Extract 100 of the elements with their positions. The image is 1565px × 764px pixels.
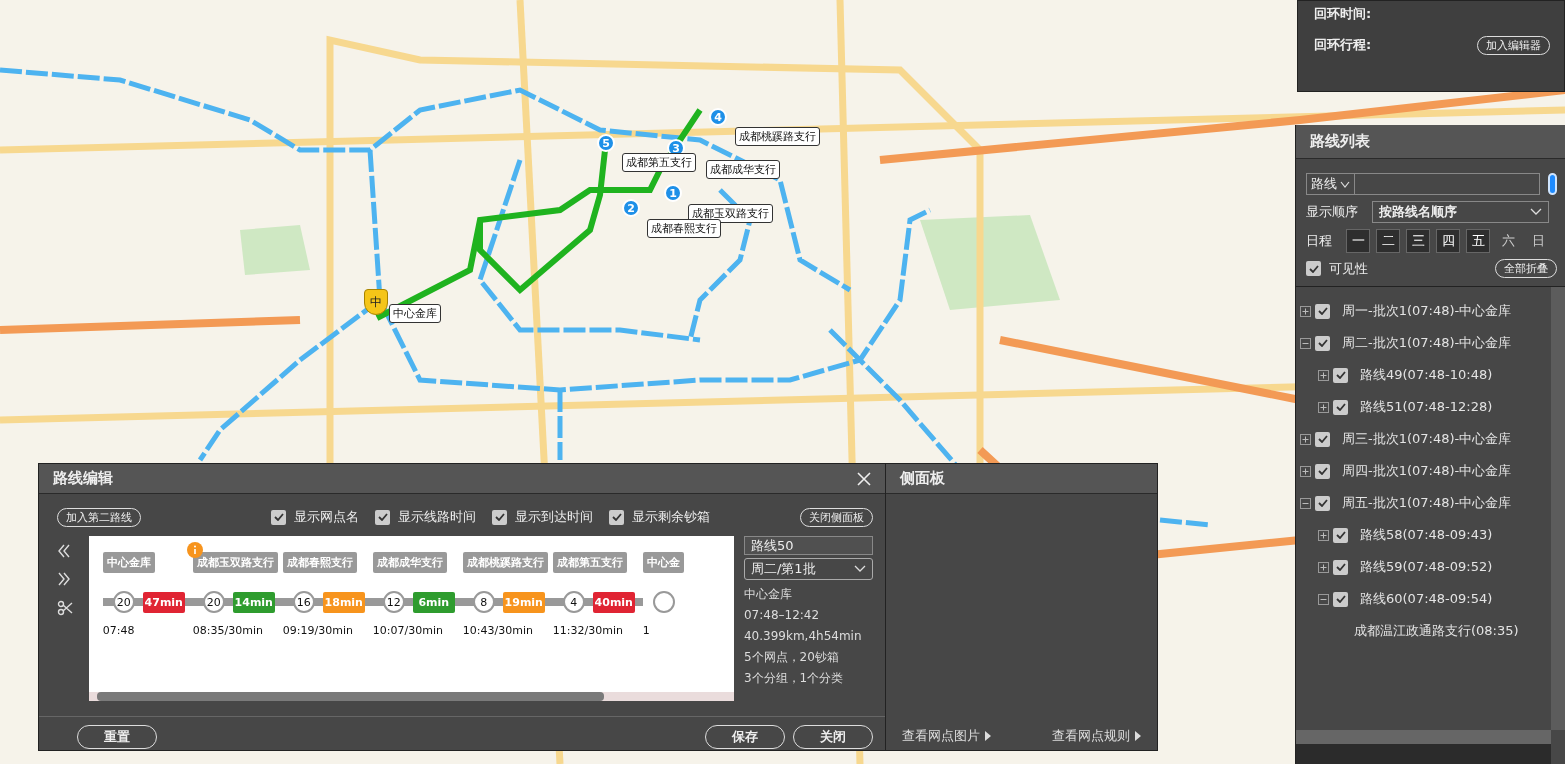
tree-item[interactable]: 周三-批次1(07:48)-中心金库 — [1342, 430, 1512, 448]
summary-text: 5个网点，20钞箱 — [743, 649, 840, 666]
checkbox[interactable] — [1333, 367, 1348, 383]
day-toggle[interactable]: 四 — [1436, 229, 1460, 253]
expand-icon[interactable] — [1318, 369, 1329, 381]
day-toggle[interactable]: 日 — [1526, 229, 1550, 253]
checkbox[interactable] — [1333, 591, 1348, 607]
arrival-time: 11:32/30min — [552, 624, 624, 637]
count-circle: 16 — [292, 591, 315, 613]
tree-item[interactable]: 路线58(07:48-09:43) — [1360, 526, 1493, 544]
checkbox[interactable] — [1315, 431, 1330, 447]
checkbox[interactable] — [1315, 495, 1330, 511]
count-circle: 8 — [472, 591, 495, 613]
tree-item[interactable]: 周五-批次1(07:48)-中心金库 — [1342, 494, 1512, 512]
batch-dropdown[interactable]: 周二/第1批 — [743, 558, 873, 580]
chevron-down-icon — [854, 565, 866, 573]
arrival-time: 07:48 — [102, 624, 136, 637]
vertical-scrollbar[interactable] — [1551, 287, 1565, 730]
duration-tag: 18min — [322, 591, 365, 613]
arrival-time: 10:43/30min — [462, 624, 534, 637]
count-circle: 20 — [202, 591, 225, 613]
expand-icon[interactable] — [1318, 529, 1329, 541]
map-label: 成都春熙支行 — [647, 219, 721, 238]
duration-tag: 47min — [142, 591, 185, 613]
save-button[interactable]: 保存 — [705, 725, 785, 749]
horizontal-scrollbar[interactable] — [88, 692, 734, 701]
duration-tag: 14min — [232, 591, 275, 613]
map-label: 成都成华支行 — [706, 160, 780, 179]
arrival-time: 1 — [642, 624, 651, 637]
search-field[interactable]: 路线 — [1306, 173, 1540, 195]
day-toggle[interactable]: 二 — [1376, 229, 1400, 253]
close-icon[interactable] — [857, 471, 871, 486]
double-chevron-right-icon[interactable] — [57, 572, 71, 586]
checkbox[interactable] — [609, 509, 624, 525]
map-label: 成都第五支行 — [622, 153, 696, 172]
duration-tag: 19min — [502, 591, 545, 613]
checkbox-label: 显示网点名 — [294, 508, 359, 526]
day-toggle[interactable]: 五 — [1466, 229, 1490, 253]
horizontal-scrollbar[interactable] — [1296, 730, 1551, 764]
expand-icon[interactable] — [1318, 401, 1329, 413]
checkbox[interactable] — [1333, 399, 1348, 415]
duration-tag: 6min — [412, 591, 455, 613]
day-toggle[interactable]: 一 — [1346, 229, 1370, 253]
tree-item[interactable]: 周二-批次1(07:48)-中心金库 — [1342, 334, 1512, 352]
count-circle: 4 — [562, 591, 585, 613]
checkbox[interactable] — [1333, 559, 1348, 575]
collapse-icon[interactable] — [1300, 337, 1311, 349]
double-chevron-left-icon[interactable] — [57, 544, 71, 558]
summary-text: 3个分组，1个分类 — [743, 670, 845, 687]
arrival-time: 09:19/30min — [282, 624, 354, 637]
field-label: 显示顺序 — [1306, 203, 1358, 221]
checkbox-label: 显示线路时间 — [398, 508, 476, 526]
tree-item[interactable]: 路线49(07:48-10:48) — [1360, 366, 1493, 384]
panel-title: 路线编辑 — [53, 469, 113, 488]
field-label: 日程 — [1306, 232, 1332, 250]
tree-item[interactable]: 周四-批次1(07:48)-中心金库 — [1342, 462, 1512, 480]
collapse-icon[interactable] — [1318, 593, 1329, 605]
checkbox[interactable] — [492, 509, 507, 525]
summary-text: 中心金库 — [743, 586, 793, 603]
link[interactable]: 查看网点规则 — [1052, 727, 1141, 745]
checkbox-label: 显示剩余钞箱 — [632, 508, 710, 526]
checkbox[interactable] — [1333, 527, 1348, 543]
count-circle: 20 — [112, 591, 135, 613]
chevron-down-icon — [1340, 180, 1350, 188]
duration-tag: 40min — [592, 591, 635, 613]
collapse-icon[interactable] — [1300, 497, 1311, 509]
checkbox-label: 可见性 — [1329, 259, 1368, 278]
count-circle — [652, 591, 675, 613]
expand-icon[interactable] — [1318, 561, 1329, 573]
tree-item[interactable]: 路线51(07:48-12:28) — [1360, 398, 1493, 416]
tree-item[interactable]: 路线60(07:48-09:54) — [1360, 590, 1493, 608]
checkbox[interactable] — [375, 509, 390, 525]
link[interactable]: 查看网点图片 — [902, 727, 991, 745]
expand-icon[interactable] — [1300, 433, 1311, 445]
map-label: 成都玉双路支行 — [688, 204, 773, 223]
route-name-field[interactable]: 路线50 — [743, 536, 873, 555]
order-dropdown[interactable]: 按路线名顺序 — [1372, 201, 1549, 223]
scissors-icon[interactable] — [57, 600, 73, 616]
checkbox[interactable] — [1315, 335, 1330, 351]
toggle-handle[interactable] — [1548, 173, 1557, 195]
checkbox[interactable] — [1306, 261, 1321, 276]
day-toggle[interactable]: 三 — [1406, 229, 1430, 253]
checkbox[interactable] — [271, 509, 286, 525]
summary-text: 07:48–12:42 — [743, 607, 821, 624]
tree-item[interactable]: 周一-批次1(07:48)-中心金库 — [1342, 302, 1512, 320]
chevron-down-icon — [1530, 208, 1542, 216]
summary-text: 40.399km,4h54min — [743, 628, 863, 645]
depot-pin[interactable]: 中 — [364, 289, 388, 315]
triangle-right-icon — [1135, 731, 1141, 741]
tree-item[interactable]: 路线59(07:48-09:52) — [1360, 558, 1493, 576]
count-circle: 12 — [382, 591, 405, 613]
tree-item[interactable]: 成都温江政通路支行(08:35) — [1354, 622, 1519, 640]
checkbox[interactable] — [1315, 303, 1330, 319]
field-label: 回环行程: — [1314, 36, 1372, 54]
map-label: 成都桃蹊路支行 — [735, 127, 820, 146]
checkbox[interactable] — [1315, 463, 1330, 479]
panel-title: 侧面板 — [900, 469, 945, 488]
expand-icon[interactable] — [1300, 465, 1311, 477]
expand-icon[interactable] — [1300, 305, 1311, 317]
day-toggle[interactable]: 六 — [1496, 229, 1520, 253]
